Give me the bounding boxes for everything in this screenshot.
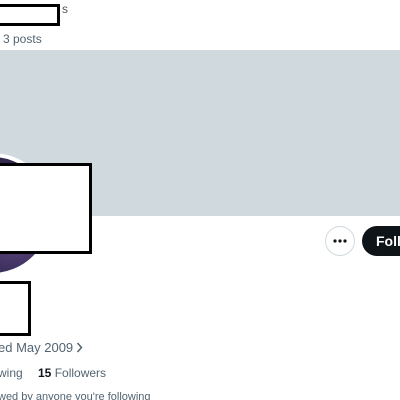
followers-count: 15: [38, 366, 52, 380]
following-link[interactable]: wing: [0, 366, 23, 380]
follow-button[interactable]: Follow: [362, 226, 400, 256]
chevron-right-icon[interactable]: [76, 342, 83, 353]
followers-label: Followers: [54, 366, 107, 380]
more-horizontal-icon: [333, 239, 347, 243]
profile-name-redaction: [0, 4, 60, 26]
joined-date-text: ed May 2009: [0, 339, 74, 355]
display-name-redaction: [0, 281, 31, 336]
followers-link[interactable]: 15 Followers: [38, 366, 106, 380]
more-options-button[interactable]: [325, 226, 355, 256]
post-count: 3 posts: [3, 32, 42, 46]
profile-name-tail: s: [62, 2, 68, 16]
follow-stats: wing 15 Followers: [0, 366, 106, 380]
avatar-redaction: [0, 163, 92, 254]
followed-by-text: wed by anyone you're following: [0, 391, 151, 400]
joined-date: ed May 2009: [0, 338, 83, 356]
profile-page: s 3 posts Follow ed May 2009 wing 15 Fol…: [0, 0, 400, 400]
